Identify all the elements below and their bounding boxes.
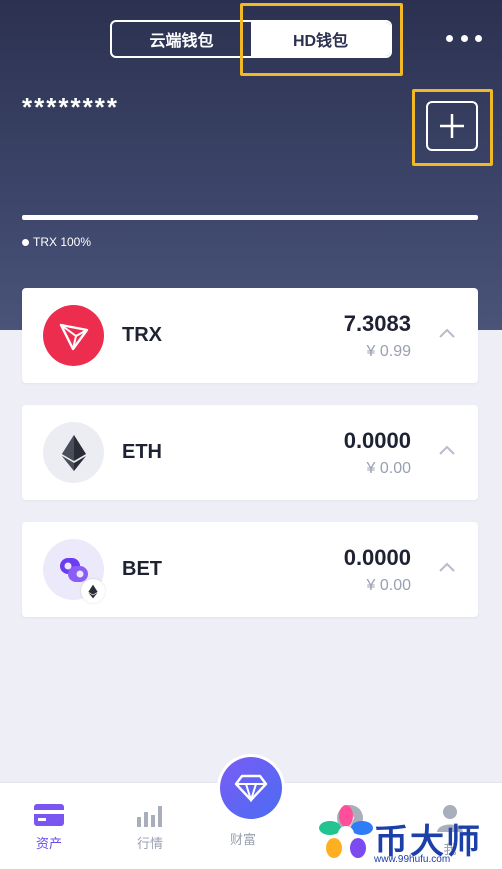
flower-logo-icon xyxy=(319,805,373,858)
allocation-legend: TRX 100% xyxy=(22,235,91,249)
ethereum-icon xyxy=(43,422,104,483)
asset-symbol: ETH xyxy=(122,441,162,463)
hidden-balance: ******** xyxy=(22,92,119,122)
chevron-up-icon[interactable] xyxy=(438,560,456,574)
dot xyxy=(460,34,468,42)
tab-cloud-wallet[interactable]: 云端钱包 xyxy=(112,22,251,56)
asset-fiat-value: ¥ 0.00 xyxy=(366,460,411,477)
tab-market[interactable]: 行情 xyxy=(120,803,180,852)
asset-fiat-value: ¥ 0.99 xyxy=(366,343,411,360)
asset-card-trx[interactable]: TRX 7.3083 ¥ 0.99 xyxy=(22,288,478,383)
diamond-icon xyxy=(234,774,268,802)
tron-icon xyxy=(43,305,104,366)
tab-assets[interactable]: 资产 xyxy=(19,803,79,852)
chevron-up-icon[interactable] xyxy=(438,443,456,457)
wallet-card-icon xyxy=(34,804,64,826)
dot xyxy=(446,34,453,42)
highlight-box-add-button xyxy=(412,89,493,166)
asset-symbol: BET xyxy=(122,558,162,580)
allocation-progress-bar xyxy=(22,215,478,220)
asset-fiat-value: ¥ 0.00 xyxy=(366,577,411,594)
chevron-up-icon[interactable] xyxy=(438,326,456,340)
tab-label: 行情 xyxy=(136,836,163,851)
watermark-url: www.99hufu.com xyxy=(374,854,451,865)
asset-amount: 7.3083 xyxy=(343,311,411,336)
legend-dot xyxy=(22,238,29,246)
tab-label: 资产 xyxy=(35,836,62,851)
highlight-box-hd-tab xyxy=(240,3,403,76)
watermark-logo: 币大师 www.99hufu.com xyxy=(318,798,498,866)
wealth-button-circle xyxy=(220,757,282,819)
market-bars-icon xyxy=(137,806,162,827)
ethereum-network-badge-icon xyxy=(81,579,105,603)
asset-card-eth[interactable]: ETH 0.0000 ¥ 0.00 xyxy=(22,405,478,500)
dot xyxy=(475,34,482,42)
asset-card-bet[interactable]: BET 0.0000 ¥ 0.00 xyxy=(22,522,478,617)
asset-symbol: TRX xyxy=(122,324,162,346)
tab-label-wealth: 财富 xyxy=(230,832,257,847)
more-options-icon[interactable] xyxy=(444,30,484,46)
legend-label: TRX 100% xyxy=(33,235,92,249)
asset-amount: 0.0000 xyxy=(343,545,411,570)
asset-amount: 0.0000 xyxy=(343,428,411,453)
wealth-center-button[interactable] xyxy=(217,754,285,822)
